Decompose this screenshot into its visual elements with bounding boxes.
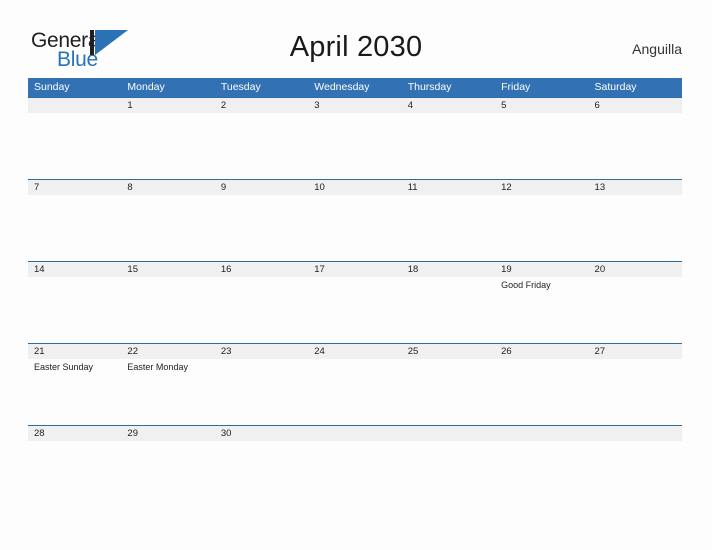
day-number[interactable]: 11: [402, 180, 495, 195]
day-cell[interactable]: [121, 113, 214, 179]
weekday-header-tuesday: Tuesday: [220, 81, 261, 93]
day-cell[interactable]: [28, 277, 121, 343]
day-cell[interactable]: [589, 277, 682, 343]
day-cell[interactable]: [308, 113, 401, 179]
day-cell[interactable]: [589, 195, 682, 261]
day-cell[interactable]: [308, 359, 401, 425]
day-cell[interactable]: [28, 195, 121, 261]
day-number[interactable]: [308, 426, 401, 441]
day-cell[interactable]: [215, 195, 308, 261]
day-number[interactable]: [402, 426, 495, 441]
day-number[interactable]: 23: [215, 344, 308, 359]
day-event: Easter Monday: [127, 362, 188, 372]
day-number[interactable]: 13: [589, 180, 682, 195]
day-cell[interactable]: [121, 195, 214, 261]
week-event-body: [28, 195, 682, 261]
day-number[interactable]: [28, 98, 121, 113]
day-number[interactable]: 3: [308, 98, 401, 113]
day-cell[interactable]: [589, 359, 682, 425]
day-cell[interactable]: [308, 277, 401, 343]
day-number[interactable]: 9: [215, 180, 308, 195]
day-cell[interactable]: [215, 359, 308, 425]
week-date-band: 21 22 23 24 25 26 27: [28, 343, 682, 359]
day-number[interactable]: 22: [121, 344, 214, 359]
day-cell[interactable]: [589, 113, 682, 179]
day-event: Good Friday: [501, 280, 551, 290]
country-label: Anguilla: [632, 41, 682, 57]
weekday-header-monday: Monday: [127, 81, 165, 93]
week-event-body: [28, 113, 682, 179]
page-title: April 2030: [289, 31, 423, 63]
day-number[interactable]: 21: [28, 344, 121, 359]
day-number[interactable]: 14: [28, 262, 121, 277]
day-number[interactable]: 20: [589, 262, 682, 277]
weekday-header-saturday: Saturday: [594, 81, 637, 93]
week-date-band: 28 29 30: [28, 425, 682, 441]
day-number[interactable]: 10: [308, 180, 401, 195]
day-cell[interactable]: [402, 359, 495, 425]
calendar-week-row: 7 8 9 10 11 12 13: [28, 179, 682, 261]
week-date-band: 7 8 9 10 11 12 13: [28, 179, 682, 195]
day-number[interactable]: 8: [121, 180, 214, 195]
day-number[interactable]: 6: [589, 98, 682, 113]
day-number[interactable]: 17: [308, 262, 401, 277]
day-cell[interactable]: Easter Sunday: [28, 359, 121, 425]
day-number[interactable]: [589, 426, 682, 441]
day-cell[interactable]: [495, 359, 588, 425]
calendar-week-row: 14 15 16 17 18 19 20 Good Friday: [28, 261, 682, 343]
day-number[interactable]: 15: [121, 262, 214, 277]
day-cell[interactable]: [121, 277, 214, 343]
day-cell[interactable]: Good Friday: [495, 277, 588, 343]
day-cell[interactable]: [215, 113, 308, 179]
calendar-grid: Sunday Monday Tuesday Wednesday Thursday…: [28, 78, 682, 441]
day-cell[interactable]: [402, 113, 495, 179]
day-cell[interactable]: [495, 113, 588, 179]
day-number[interactable]: 28: [28, 426, 121, 441]
week-date-band: 1 2 3 4 5 6: [28, 97, 682, 113]
day-number[interactable]: 12: [495, 180, 588, 195]
day-number[interactable]: 16: [215, 262, 308, 277]
day-number[interactable]: 18: [402, 262, 495, 277]
page-header: General Blue April 2030 Anguilla: [0, 0, 712, 76]
weekday-header-wednesday: Wednesday: [314, 81, 370, 93]
calendar-week-row: 21 22 23 24 25 26 27 Easter Sunday Easte…: [28, 343, 682, 425]
day-number[interactable]: 1: [121, 98, 214, 113]
weekday-header-friday: Friday: [501, 81, 531, 93]
day-cell[interactable]: [28, 113, 121, 179]
weekday-header-row: Sunday Monday Tuesday Wednesday Thursday…: [28, 78, 682, 97]
weekday-header-sunday: Sunday: [34, 81, 70, 93]
calendar-week-row: 28 29 30: [28, 425, 682, 441]
day-number[interactable]: 24: [308, 344, 401, 359]
day-number[interactable]: [495, 426, 588, 441]
day-number[interactable]: 4: [402, 98, 495, 113]
day-number[interactable]: 26: [495, 344, 588, 359]
calendar-page: General Blue April 2030 Anguilla Sunday …: [0, 0, 712, 550]
day-cell[interactable]: [402, 277, 495, 343]
day-number[interactable]: 5: [495, 98, 588, 113]
day-number[interactable]: 25: [402, 344, 495, 359]
day-number[interactable]: 7: [28, 180, 121, 195]
day-event: Easter Sunday: [34, 362, 94, 372]
calendar-week-row: 1 2 3 4 5 6: [28, 97, 682, 179]
day-number[interactable]: 27: [589, 344, 682, 359]
week-event-body: Easter Sunday Easter Monday: [28, 359, 682, 425]
day-number[interactable]: 2: [215, 98, 308, 113]
week-event-body: Good Friday: [28, 277, 682, 343]
day-number[interactable]: 29: [121, 426, 214, 441]
day-number[interactable]: 30: [215, 426, 308, 441]
week-date-band: 14 15 16 17 18 19 20: [28, 261, 682, 277]
day-cell[interactable]: [308, 195, 401, 261]
day-number[interactable]: 19: [495, 262, 588, 277]
day-cell[interactable]: [215, 277, 308, 343]
day-cell[interactable]: [402, 195, 495, 261]
day-cell[interactable]: [495, 195, 588, 261]
weekday-header-thursday: Thursday: [407, 81, 452, 93]
day-cell[interactable]: Easter Monday: [121, 359, 214, 425]
